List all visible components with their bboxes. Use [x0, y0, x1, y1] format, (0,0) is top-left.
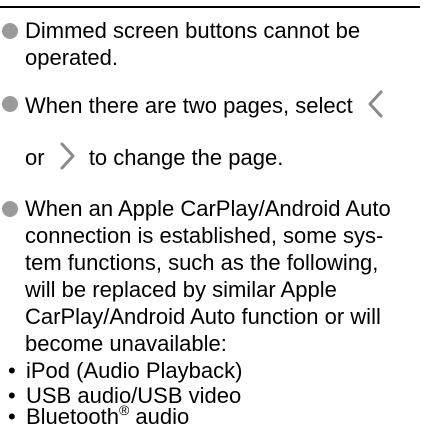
note-line: will be replaced by similar Apple: [25, 277, 337, 302]
list-item-label-rest: audio: [129, 404, 190, 429]
note-line: When an Apple CarPlay/Android Auto: [25, 196, 391, 221]
note-text: to change the page.: [88, 144, 284, 170]
list-item-label: iPod (Audio Playback): [26, 358, 243, 383]
sub-bullet: •: [8, 358, 16, 383]
note-line: become unavailable:: [25, 331, 227, 356]
list-item-label: Bluetooth: [26, 404, 119, 429]
note-line: Dimmed screen buttons cannot be: [25, 18, 361, 43]
note-text: or: [25, 144, 45, 170]
note-dimmed-buttons: Dimmed screen buttons cannot be operated…: [2, 17, 360, 71]
note-two-pages-line2: or to change the page.: [25, 142, 283, 176]
bullet-dot-icon: [2, 96, 18, 112]
note-two-pages: When there are two pages, select: [2, 90, 391, 124]
note-line: connection is established, some sys-: [25, 223, 384, 248]
chevron-right-icon: [53, 139, 81, 173]
list-item: • Bluetooth® audio: [8, 403, 189, 430]
note-line: CarPlay/Android Auto function or will: [25, 304, 381, 329]
sub-bullet: •: [8, 404, 16, 429]
top-rule: [0, 6, 420, 8]
bullet-dot-icon: [2, 201, 18, 217]
registered-mark: ®: [118, 402, 130, 418]
note-line: When there are two pages, select: [25, 92, 353, 118]
note-line: operated.: [25, 45, 118, 70]
bullet-dot-icon: [2, 23, 18, 39]
chevron-left-icon: [361, 87, 389, 121]
note-carplay-connection: When an Apple CarPlay/Android Auto conne…: [2, 195, 391, 357]
note-line: tem functions, such as the following,: [25, 250, 379, 275]
list-item: • iPod (Audio Playback): [8, 357, 242, 384]
